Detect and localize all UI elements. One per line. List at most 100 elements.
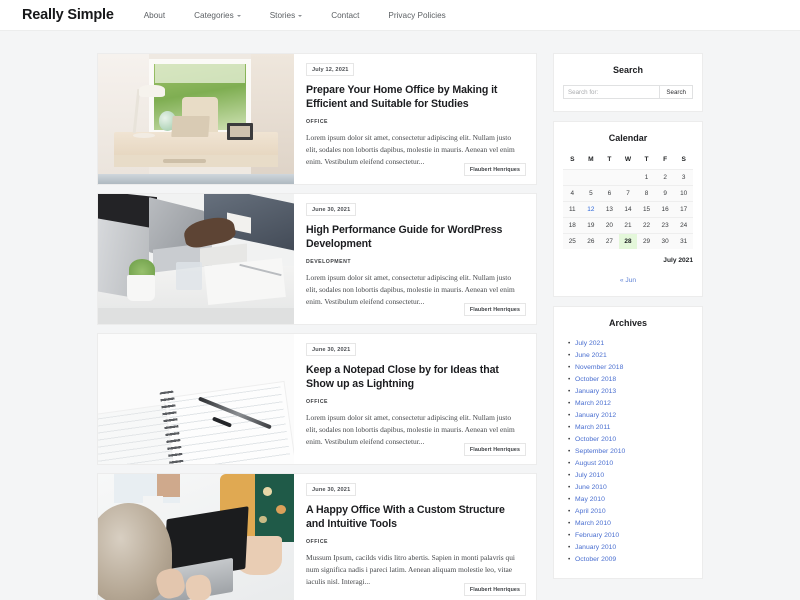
calendar-day-cell: 14 xyxy=(618,201,638,218)
nav-item-stories[interactable]: Stories xyxy=(270,11,303,20)
post-title[interactable]: Keep a Notepad Close by for Ideas that S… xyxy=(306,363,524,391)
archive-list-item[interactable]: August 2010 xyxy=(568,458,693,470)
archive-link[interactable]: June 2021 xyxy=(575,352,607,359)
archive-list-item[interactable]: September 2010 xyxy=(568,446,693,458)
site-logo[interactable]: Really Simple xyxy=(22,7,114,23)
archive-list-item[interactable]: July 2021 xyxy=(568,337,693,350)
search-form: Search xyxy=(563,85,693,99)
calendar-day-cell: 27 xyxy=(600,233,619,249)
calendar-day-cell: 31 xyxy=(674,233,693,249)
calendar-day-cell: 20 xyxy=(600,217,619,234)
calendar-empty-cell xyxy=(600,169,619,186)
post-category[interactable]: OFFICE xyxy=(306,539,524,545)
archive-list-item[interactable]: January 2010 xyxy=(568,542,693,554)
archive-link[interactable]: June 2010 xyxy=(575,484,607,491)
post-thumbnail[interactable] xyxy=(98,54,294,184)
post-category[interactable]: OFFICE xyxy=(306,119,524,125)
archive-link[interactable]: September 2010 xyxy=(575,448,625,455)
archive-link[interactable]: October 2018 xyxy=(575,376,616,383)
archive-link[interactable]: July 2010 xyxy=(575,472,604,479)
archive-list-item[interactable]: March 2010 xyxy=(568,518,693,530)
nav-item-contact[interactable]: Contact xyxy=(331,11,359,20)
archive-list-item[interactable]: June 2010 xyxy=(568,482,693,494)
calendar-prev-month-link[interactable]: « Jun xyxy=(620,277,636,284)
archive-link[interactable]: October 2010 xyxy=(575,436,616,443)
sidebar: Search Search Calendar S M T W T F S xyxy=(553,53,703,600)
archive-list-item[interactable]: October 2010 xyxy=(568,434,693,446)
nav-label: Categories xyxy=(194,10,234,20)
nav-item-privacy-policies[interactable]: Privacy Policies xyxy=(388,11,445,20)
archive-link[interactable]: January 2012 xyxy=(575,412,616,419)
calendar-week-row: 11 12 13 14 15 16 17 xyxy=(563,201,693,218)
post-author[interactable]: Flaubert Henriques xyxy=(463,583,526,596)
calendar-day-cell: 30 xyxy=(655,233,675,249)
archive-link[interactable]: July 2021 xyxy=(575,340,604,347)
archive-list-item[interactable]: April 2010 xyxy=(568,506,693,518)
post-title[interactable]: A Happy Office With a Custom Structure a… xyxy=(306,503,524,531)
calendar-today-cell: 28 xyxy=(618,233,638,249)
archive-link[interactable]: November 2018 xyxy=(575,364,623,371)
archive-link[interactable]: May 2010 xyxy=(575,496,605,503)
post-author[interactable]: Flaubert Henriques xyxy=(463,443,526,456)
post-list: July 12, 2021 Prepare Your Home Office b… xyxy=(97,53,537,600)
archive-list-item[interactable]: March 2011 xyxy=(568,422,693,434)
post-category[interactable]: DEVELOPMENT xyxy=(306,259,524,265)
post-card[interactable]: June 30, 2021 A Happy Office With a Cust… xyxy=(97,473,537,600)
archive-list-item[interactable]: March 2012 xyxy=(568,398,693,410)
calendar-day-label[interactable]: 12 xyxy=(587,206,594,213)
search-input[interactable] xyxy=(563,85,660,99)
post-title[interactable]: High Performance Guide for WordPress Dev… xyxy=(306,223,524,251)
nav-label: Contact xyxy=(331,10,360,20)
post-body: July 12, 2021 Prepare Your Home Office b… xyxy=(294,54,536,184)
archive-link[interactable]: March 2012 xyxy=(575,400,611,407)
calendar-weekday: F xyxy=(663,156,668,163)
archive-list-item[interactable]: February 2010 xyxy=(568,530,693,542)
archive-list-item[interactable]: November 2018 xyxy=(568,362,693,374)
calendar-empty-cell xyxy=(581,169,601,186)
calendar-day-link[interactable]: 12 xyxy=(581,201,601,218)
archive-list-item[interactable]: July 2010 xyxy=(568,470,693,482)
archive-link[interactable]: October 2009 xyxy=(575,556,616,563)
post-category[interactable]: OFFICE xyxy=(306,399,524,405)
chevron-down-icon xyxy=(236,15,241,17)
post-card[interactable]: June 30, 2021 High Performance Guide for… xyxy=(97,193,537,325)
archive-link[interactable]: March 2011 xyxy=(575,424,610,431)
calendar-day-cell: 11 xyxy=(563,201,582,218)
calendar-day-cell: 10 xyxy=(674,185,693,202)
calendar-day-cell: 22 xyxy=(637,217,656,234)
archive-list-item[interactable]: October 2018 xyxy=(568,374,693,386)
nav-item-about[interactable]: About xyxy=(144,11,165,20)
post-card[interactable]: June 30, 2021 Keep a Notepad Close by fo… xyxy=(97,333,537,465)
archive-list-item[interactable]: May 2010 xyxy=(568,494,693,506)
calendar-week-row: 4 5 6 7 8 9 10 xyxy=(563,185,693,202)
calendar-week-row: 18 19 20 21 22 23 24 xyxy=(563,217,693,234)
calendar-empty-cell xyxy=(563,169,582,186)
calendar-day-cell: 5 xyxy=(581,185,601,202)
main-navigation: About Categories Stories Contact Privacy… xyxy=(144,11,475,20)
search-submit-button[interactable]: Search xyxy=(659,85,693,99)
calendar-weekday: S xyxy=(570,156,575,163)
calendar-week-row: 25 26 27 28 29 30 31 xyxy=(563,233,693,249)
archive-link[interactable]: March 2010 xyxy=(575,520,611,527)
calendar-day-cell: 25 xyxy=(563,233,582,249)
post-body: June 30, 2021 A Happy Office With a Cust… xyxy=(294,474,536,600)
post-title[interactable]: Prepare Your Home Office by Making it Ef… xyxy=(306,83,524,111)
archive-list-item[interactable]: October 2009 xyxy=(568,554,693,566)
post-thumbnail[interactable] xyxy=(98,194,294,324)
post-author[interactable]: Flaubert Henriques xyxy=(463,303,526,316)
post-card[interactable]: July 12, 2021 Prepare Your Home Office b… xyxy=(97,53,537,185)
archive-list-item[interactable]: June 2021 xyxy=(568,350,693,362)
post-thumbnail[interactable] xyxy=(98,474,294,600)
post-thumbnail[interactable] xyxy=(98,334,294,464)
post-author[interactable]: Flaubert Henriques xyxy=(463,163,526,176)
archive-link[interactable]: February 2010 xyxy=(575,532,619,539)
nav-item-categories[interactable]: Categories xyxy=(194,11,241,20)
calendar-day-cell: 6 xyxy=(600,185,619,202)
archive-link[interactable]: August 2010 xyxy=(575,460,613,467)
archive-list-item[interactable]: January 2012 xyxy=(568,410,693,422)
archive-link[interactable]: April 2010 xyxy=(575,508,606,515)
calendar-weekday: W xyxy=(624,156,632,163)
archive-list-item[interactable]: January 2013 xyxy=(568,386,693,398)
archive-link[interactable]: January 2010 xyxy=(575,544,616,551)
archive-link[interactable]: January 2013 xyxy=(575,388,616,395)
